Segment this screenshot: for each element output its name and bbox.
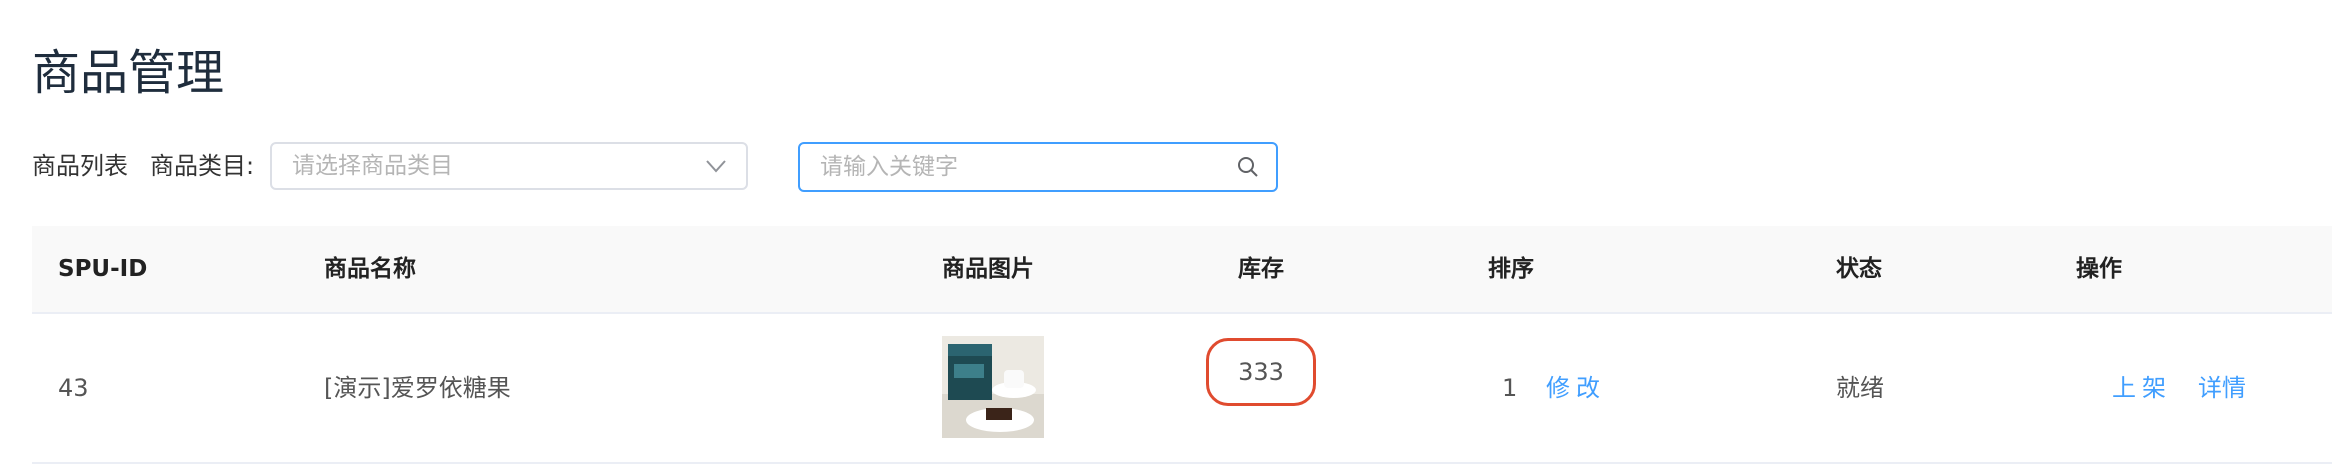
detail-link[interactable]: 详情	[2198, 314, 2246, 462]
product-image	[942, 336, 1044, 438]
column-header-stock: 库存	[1238, 256, 1284, 282]
category-select[interactable]: 请选择商品类目	[270, 142, 748, 190]
shelve-link[interactable]: 上架	[2112, 314, 2172, 462]
cell-spu-id: 43	[58, 374, 89, 402]
search-placeholder: 请输入关键字	[820, 154, 958, 180]
category-select-placeholder: 请选择商品类目	[292, 153, 453, 179]
cell-stock-highlight: 333	[1206, 338, 1316, 406]
product-table: SPU-ID 商品名称 商品图片 库存 排序 状态 操作 43 [演示]爱罗依糖…	[32, 226, 2332, 464]
column-header-actions: 操作	[2076, 256, 2122, 282]
column-header-sort: 排序	[1488, 256, 1534, 282]
product-thumbnail[interactable]	[942, 336, 1044, 438]
cell-product-name: [演示]爱罗依糖果	[324, 374, 511, 402]
edit-sort-link[interactable]: 修改	[1546, 314, 1606, 462]
cell-sort: 1	[1502, 374, 1518, 402]
page-title: 商品管理	[32, 45, 225, 101]
product-list-label: 商品列表	[32, 152, 128, 180]
chevron-down-icon[interactable]	[704, 154, 728, 178]
category-label: 商品类目:	[150, 152, 255, 180]
column-header-image: 商品图片	[942, 256, 1034, 282]
cell-status: 就绪	[1836, 374, 1884, 402]
column-header-status: 状态	[1836, 256, 1882, 282]
search-icon[interactable]	[1236, 155, 1260, 179]
column-header-name: 商品名称	[324, 256, 416, 282]
table-header: SPU-ID 商品名称 商品图片 库存 排序 状态 操作	[32, 226, 2332, 314]
cell-stock: 333	[1238, 358, 1284, 386]
table-row: 43 [演示]爱罗依糖果 333 1 修改 就绪 上架 详情	[32, 314, 2332, 464]
search-input[interactable]: 请输入关键字	[798, 142, 1278, 192]
column-header-spu-id: SPU-ID	[58, 256, 148, 282]
